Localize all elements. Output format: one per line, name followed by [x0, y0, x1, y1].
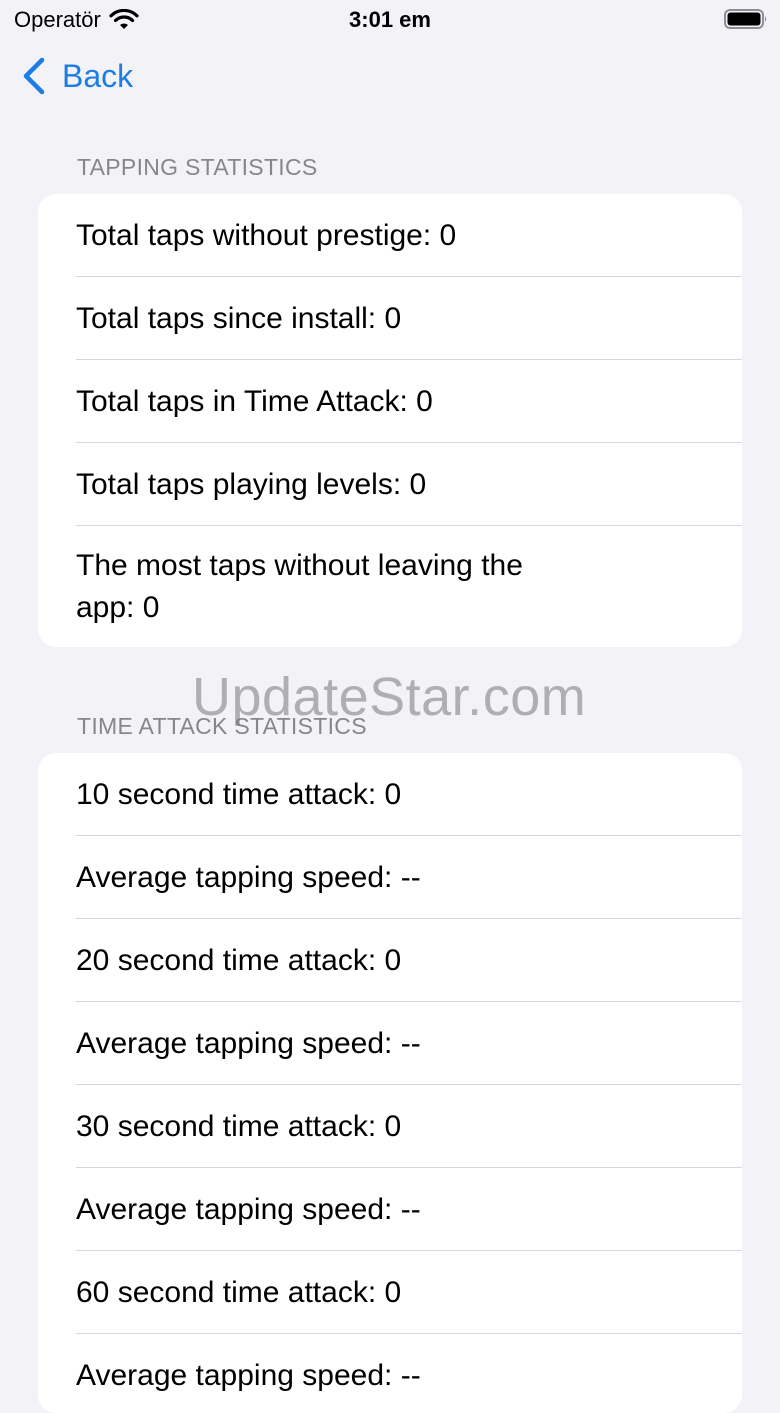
stat-label: 10 second time attack: 0	[76, 777, 402, 811]
stat-row: Total taps playing levels: 0	[38, 443, 742, 526]
stat-label: Average tapping speed: --	[76, 860, 421, 894]
stat-row: Total taps without prestige: 0	[38, 194, 742, 277]
stat-row: Average tapping speed: --	[38, 1334, 742, 1413]
stat-row: 30 second time attack: 0	[38, 1085, 742, 1168]
time-attack-statistics-header: TIME ATTACK STATISTICS	[77, 713, 367, 739]
stat-row: Average tapping speed: --	[38, 1168, 742, 1251]
back-label: Back	[62, 57, 134, 94]
stat-row: Average tapping speed: --	[38, 836, 742, 919]
stat-row: Total taps since install: 0	[38, 277, 742, 360]
back-button[interactable]: Back	[20, 56, 133, 96]
status-bar: Operatör 3:01 em	[0, 0, 780, 40]
stat-row: The most taps without leaving the app: 0	[38, 526, 742, 647]
stat-row: 60 second time attack: 0	[38, 1251, 742, 1334]
tapping-statistics-card: Total taps without prestige: 0 Total tap…	[38, 194, 742, 647]
stat-row: Total taps in Time Attack: 0	[38, 360, 742, 443]
stat-label: 20 second time attack: 0	[76, 943, 402, 977]
stat-row: Average tapping speed: --	[38, 1002, 742, 1085]
stat-label: Average tapping speed: --	[76, 1192, 421, 1226]
stat-label: Total taps in Time Attack: 0	[76, 384, 433, 418]
stat-label: 60 second time attack: 0	[76, 1275, 402, 1309]
chevron-left-icon	[23, 57, 45, 95]
tapping-statistics-header: TAPPING STATISTICS	[77, 154, 318, 180]
stat-label: Total taps playing levels: 0	[76, 467, 427, 501]
stat-row: 20 second time attack: 0	[38, 919, 742, 1002]
battery-icon	[724, 9, 767, 29]
navigation-bar: Back	[0, 52, 780, 108]
stat-label: Total taps since install: 0	[76, 301, 402, 335]
stat-label: Total taps without prestige: 0	[76, 218, 457, 252]
stat-label: The most taps without leaving the app: 0	[76, 548, 523, 624]
stat-label: 30 second time attack: 0	[76, 1109, 402, 1143]
time-attack-statistics-card: 10 second time attack: 0 Average tapping…	[38, 753, 742, 1413]
clock: 3:01 em	[349, 7, 431, 32]
stat-label: Average tapping speed: --	[76, 1358, 421, 1392]
stat-row: 10 second time attack: 0	[38, 753, 742, 836]
stat-label: Average tapping speed: --	[76, 1026, 421, 1060]
